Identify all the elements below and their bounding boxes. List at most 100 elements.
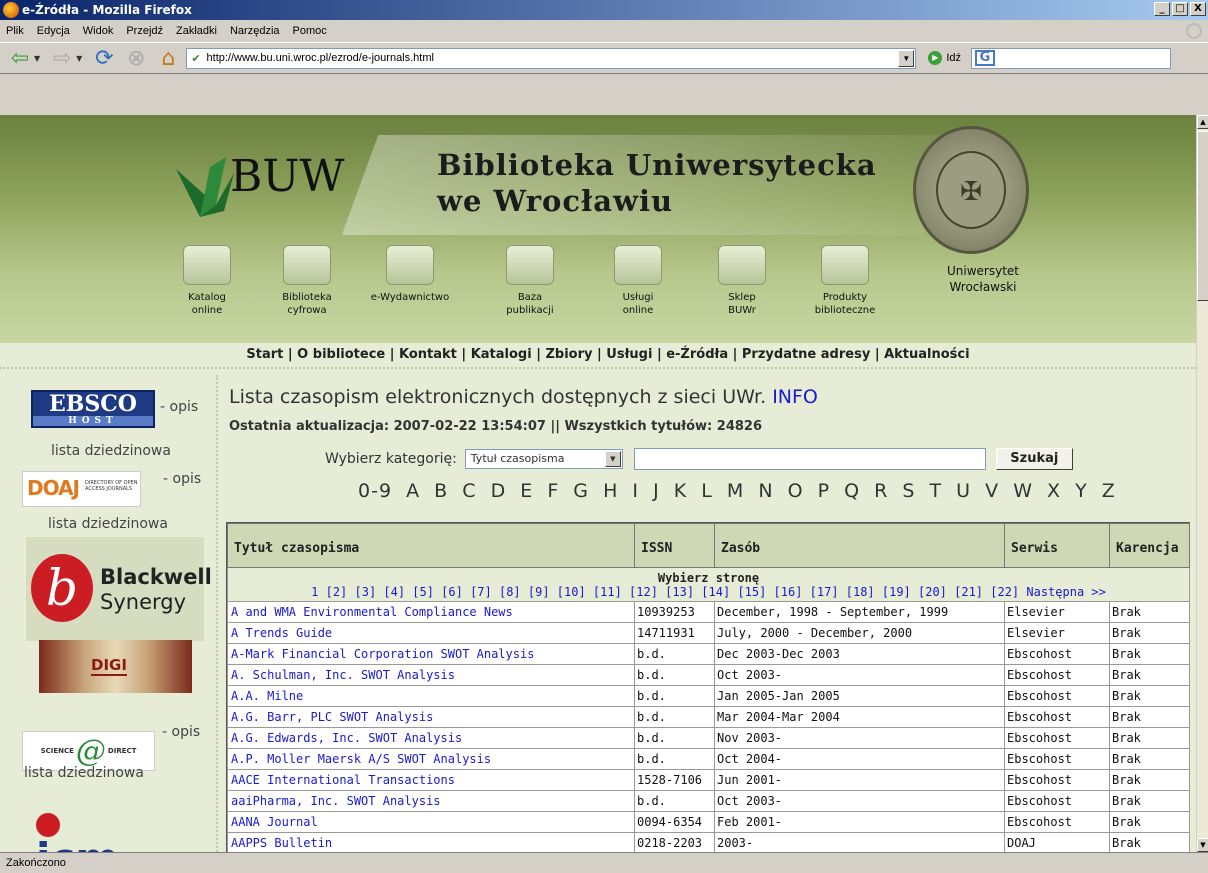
chevron-down-icon[interactable]: ▼ xyxy=(604,451,621,467)
menu-zakladki[interactable]: Zakładki xyxy=(176,25,217,37)
menu-plik[interactable]: Plik xyxy=(6,25,24,37)
journal-title-link[interactable]: A. Schulman, Inc. SWOT Analysis xyxy=(227,664,635,686)
top-navigation[interactable]: Start | O bibliotece | Kontakt | Katalog… xyxy=(0,343,1196,367)
alpha-link[interactable]: Z xyxy=(1102,480,1116,502)
alpha-link[interactable]: A xyxy=(406,480,420,502)
journal-search-input[interactable] xyxy=(633,448,986,470)
alpha-link[interactable]: S xyxy=(902,480,915,502)
holdings-cell: Mar 2004-Mar 2004 xyxy=(714,706,1005,728)
alpha-link[interactable]: U xyxy=(956,480,971,502)
menu-narzedzia[interactable]: Narzędzia xyxy=(230,25,280,37)
alpha-link[interactable]: Y xyxy=(1075,480,1088,502)
journal-title-link[interactable]: aaiPharma, Inc. SWOT Analysis xyxy=(227,790,635,812)
alpha-link[interactable]: O xyxy=(788,480,804,502)
category-select[interactable]: Tytuł czasopisma ▼ xyxy=(464,449,623,469)
alpha-link[interactable]: N xyxy=(758,480,773,502)
reload-icon[interactable]: ⟳ xyxy=(90,45,118,71)
journal-title-link[interactable]: A Trends Guide xyxy=(227,622,635,644)
search-button[interactable]: Szukaj xyxy=(995,448,1073,470)
journal-title-link[interactable]: AANA Journal xyxy=(227,811,635,833)
alpha-link[interactable]: J xyxy=(653,480,660,502)
alpha-link[interactable]: P xyxy=(818,480,830,502)
doaj-logo[interactable]: DOAJ DIRECTORY OF OPEN ACCESS JOURNALS xyxy=(22,471,141,507)
alpha-link[interactable]: G xyxy=(573,480,589,502)
info-link[interactable]: INFO xyxy=(772,386,818,408)
alpha-link[interactable]: V xyxy=(985,480,999,502)
sciencedirect-opis-link[interactable]: - opis xyxy=(162,724,200,740)
banner-title-line1: Biblioteka Uniwersytecka xyxy=(437,148,877,182)
baza-publikacji-link[interactable]: Baza publikacji xyxy=(490,245,570,317)
scroll-up-icon[interactable]: ▲ xyxy=(1197,115,1208,129)
menu-edycja[interactable]: Edycja xyxy=(37,25,70,37)
menu-przejdz[interactable]: Przejdź xyxy=(126,25,163,37)
icm-logo[interactable]: icm xyxy=(36,813,156,852)
alpha-link[interactable]: E xyxy=(520,480,533,502)
forward-dropdown-icon[interactable]: ▼ xyxy=(76,54,82,63)
go-label: Idź xyxy=(946,52,961,64)
alpha-link[interactable]: 0-9 xyxy=(358,480,392,502)
alpha-link[interactable]: K xyxy=(674,480,687,502)
maximize-button[interactable]: □ xyxy=(1172,2,1188,16)
alpha-link[interactable]: Q xyxy=(844,480,860,502)
ebsco-logo[interactable]: EBSCO HOST xyxy=(31,390,155,428)
pagination-links[interactable]: 1 [2] [3] [4] [5] [6] [7] [8] [9] [10] [… xyxy=(230,585,1187,599)
doaj-lista-link[interactable]: lista dziedzinowa xyxy=(48,516,168,532)
alpha-link[interactable]: L xyxy=(701,480,713,502)
journal-title-link[interactable]: AACE International Transactions xyxy=(227,769,635,791)
blackwell-synergy-logo[interactable]: b Blackwell Synergy xyxy=(26,537,212,641)
issn-cell: 0218-2203 xyxy=(634,832,715,852)
back-dropdown-icon[interactable]: ▼ xyxy=(34,54,40,63)
alpha-link[interactable]: I xyxy=(632,480,639,502)
stop-icon[interactable]: ⊗ xyxy=(122,45,150,71)
e-wydawnictwo-link[interactable]: e-Wydawnictwo xyxy=(370,245,450,304)
uslugi-online-link[interactable]: Usługi online xyxy=(598,245,678,317)
home-icon[interactable]: ⌂ xyxy=(154,45,182,71)
alpha-link[interactable]: X xyxy=(1047,480,1061,502)
digi-logo[interactable]: DIGI xyxy=(39,640,192,693)
back-arrow-icon[interactable]: ⇦ xyxy=(6,45,34,71)
close-button[interactable]: X xyxy=(1190,2,1206,16)
journal-title-link[interactable]: A and WMA Environmental Compliance News xyxy=(227,601,635,623)
journal-title-link[interactable]: A-Mark Financial Corporation SWOT Analys… xyxy=(227,643,635,665)
vertical-scrollbar[interactable]: ▲ ▼ xyxy=(1196,115,1208,852)
forward-arrow-icon[interactable]: ⇨ xyxy=(48,45,76,71)
service-icons: Katalog online Biblioteka cyfrowa e-Wydawn… xyxy=(0,245,1196,345)
menu-pomoc[interactable]: Pomoc xyxy=(293,25,327,37)
alpha-link[interactable]: W xyxy=(1013,480,1033,502)
alpha-link[interactable]: M xyxy=(727,480,744,502)
produkty-biblioteczne-link[interactable]: Produkty biblioteczne xyxy=(800,245,890,317)
sklep-buwr-link[interactable]: Sklep BUWr xyxy=(712,245,772,317)
issn-cell: b.d. xyxy=(634,706,715,728)
doaj-opis-link[interactable]: - opis xyxy=(163,471,201,487)
menu-widok[interactable]: Widok xyxy=(83,25,114,37)
journal-title-link[interactable]: A.G. Edwards, Inc. SWOT Analysis xyxy=(227,727,635,749)
alpha-link[interactable]: R xyxy=(874,480,888,502)
url-dropdown-icon[interactable]: ▼ xyxy=(898,49,915,67)
alpha-link[interactable]: C xyxy=(462,480,476,502)
ebsco-lista-link[interactable]: lista dziedzinowa xyxy=(51,443,171,459)
embargo-cell: Brak xyxy=(1109,685,1190,707)
url-bar[interactable]: ✔ http://www.bu.uni.wroc.pl/ezrod/e-jour… xyxy=(186,47,917,69)
table-row: A.A. Milne b.d. Jan 2005-Jan 2005 Ebscohost… xyxy=(227,685,1190,707)
alpha-link[interactable]: T xyxy=(930,480,943,502)
network-icon xyxy=(614,245,662,285)
journal-title-link[interactable]: A.P. Moller Maersk A/S SWOT Analysis xyxy=(227,748,635,770)
biblioteka-cyfrowa-link[interactable]: Biblioteka cyfrowa xyxy=(272,245,342,317)
ebsco-opis-link[interactable]: - opis xyxy=(160,399,198,415)
scroll-thumb[interactable] xyxy=(1197,131,1208,301)
journal-title-link[interactable]: A.G. Barr, PLC SWOT Analysis xyxy=(227,706,635,728)
alpha-link[interactable]: D xyxy=(491,480,507,502)
search-input[interactable]: G xyxy=(971,47,1171,69)
journal-title-link[interactable]: A.A. Milne xyxy=(227,685,635,707)
scroll-down-icon[interactable]: ▼ xyxy=(1197,838,1208,852)
banner-title: Biblioteka Uniwersytecka we Wrocławiu xyxy=(437,147,877,219)
go-button[interactable]: ▶ Idź xyxy=(928,51,961,65)
go-arrow-icon: ▶ xyxy=(928,51,943,65)
alpha-link[interactable]: H xyxy=(603,480,618,502)
alpha-link[interactable]: B xyxy=(434,480,448,502)
minimize-button[interactable]: _ xyxy=(1154,2,1170,16)
katalog-online-link[interactable]: Katalog online xyxy=(172,245,242,317)
sciencedirect-lista-link[interactable]: lista dziedzinowa xyxy=(24,765,144,781)
journal-title-link[interactable]: AAPPS Bulletin xyxy=(227,832,635,852)
alpha-link[interactable]: F xyxy=(547,480,559,502)
